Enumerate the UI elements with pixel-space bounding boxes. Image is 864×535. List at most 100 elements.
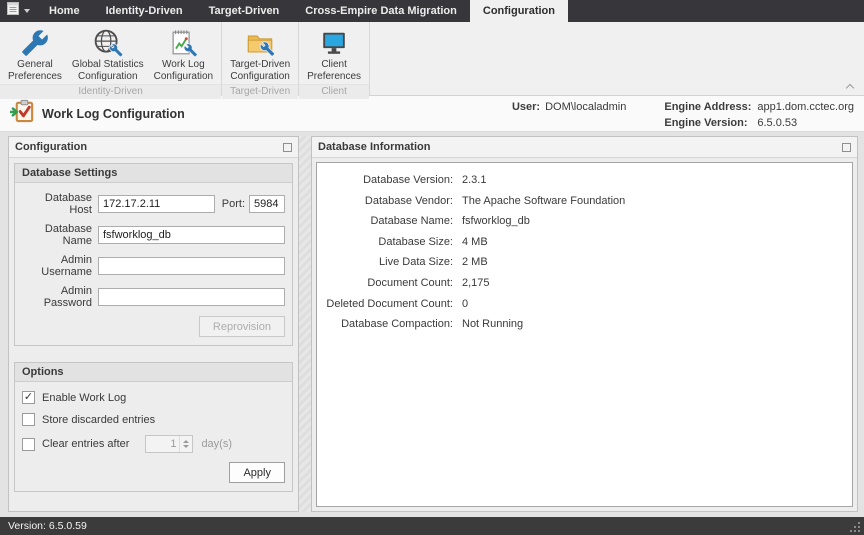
ribbon-button-label: Configuration: [78, 71, 137, 83]
tab-cross-empire-data-migration[interactable]: Cross-Empire Data Migration: [292, 0, 470, 22]
info-row: Live Data Size: 2 MB: [325, 252, 844, 273]
panel-splitter[interactable]: [299, 136, 311, 512]
info-value: 2 MB: [462, 252, 488, 273]
app-menu-button[interactable]: [0, 0, 36, 22]
user-label: User:: [512, 101, 540, 113]
ribbon-tab-bar: Home Identity-Driven Target-Driven Cross…: [0, 0, 864, 22]
ribbon-button-label: Preferences: [8, 71, 62, 83]
database-name-row: Database Name: [22, 223, 285, 247]
configuration-panel-header: Configuration: [9, 137, 298, 158]
clear-entries-label: Clear entries after: [42, 438, 129, 450]
ribbon-group-buttons: General Preferences Global Statistics: [0, 22, 221, 84]
info-row: Database Name: fsfworklog_db: [325, 211, 844, 232]
tab-configuration[interactable]: Configuration: [470, 0, 568, 22]
clear-days-suffix: day(s): [201, 438, 232, 450]
app-menu-icon: [7, 2, 21, 20]
wrench-icon: [21, 26, 49, 59]
reprovision-button[interactable]: Reprovision: [199, 316, 285, 337]
database-name-input[interactable]: [98, 226, 285, 244]
ribbon-group-buttons: Client Preferences: [299, 22, 369, 84]
ribbon-button-client-preferences[interactable]: Client Preferences: [302, 25, 366, 84]
engine-info: User:DOM\localadmin Engine Address:app1.…: [512, 96, 854, 129]
options-body: ✓ Enable Work Log Store discarded entrie…: [15, 382, 292, 491]
engine-version-info: Engine Version: 6.5.0.53: [664, 117, 854, 129]
page-header: Work Log Configuration User:DOM\localadm…: [0, 96, 864, 132]
database-host-row: Database Host Port:: [22, 192, 285, 216]
info-label: Deleted Document Count:: [325, 294, 453, 315]
info-label: Database Size:: [325, 232, 453, 253]
info-row: Document Count:2,175: [325, 273, 844, 294]
stepper-buttons: [179, 436, 192, 452]
info-label: Database Name:: [325, 211, 453, 232]
ribbon-group-buttons: Target-Driven Configuration: [222, 22, 298, 84]
collapse-ribbon-button[interactable]: [847, 83, 856, 90]
info-value: 4 MB: [462, 232, 488, 253]
info-row: Database Version:2.3.1: [325, 170, 844, 191]
worklog-config-icon: [168, 26, 198, 59]
folder-config-icon: [245, 26, 275, 59]
database-settings-header: Database Settings: [15, 164, 292, 183]
spinner-down-icon[interactable]: [183, 445, 189, 448]
ribbon-button-label: Work Log: [162, 59, 205, 71]
ribbon-button-label: General: [17, 59, 53, 71]
database-host-input[interactable]: [98, 195, 215, 213]
ribbon-button-general-preferences[interactable]: General Preferences: [3, 25, 67, 84]
info-row: Database Compaction:Not Running: [325, 314, 844, 335]
configuration-panel-title: Configuration: [15, 141, 87, 153]
port-input[interactable]: [249, 195, 285, 213]
database-settings-body: Database Host Port: Database Name Admin …: [15, 183, 292, 345]
engine-details: Engine Address:app1.dom.cctec.org Engine…: [664, 101, 854, 129]
apply-button[interactable]: Apply: [229, 462, 285, 483]
chevron-up-icon: [846, 84, 854, 92]
popout-icon[interactable]: [283, 143, 292, 152]
ribbon-button-work-log-configuration[interactable]: Work Log Configuration: [149, 25, 218, 84]
clear-days-stepper[interactable]: 1: [145, 435, 193, 453]
database-information-box: Database Version:2.3.1 Database Vendor:T…: [316, 162, 853, 507]
tab-identity-driven[interactable]: Identity-Driven: [93, 0, 196, 22]
globe-config-icon: [93, 26, 123, 59]
ribbon-group-client: Client Preferences Client: [299, 22, 370, 95]
database-information-title: Database Information: [318, 141, 430, 153]
database-information-body: Database Version:2.3.1 Database Vendor:T…: [312, 158, 857, 511]
status-bar: Version: 6.5.0.59: [0, 517, 864, 535]
info-value: 0: [462, 294, 468, 315]
resize-grip[interactable]: [849, 521, 860, 532]
ribbon-group-identity-driven: General Preferences Global Statistics: [0, 22, 222, 95]
info-row: Database Size: 4 MB: [325, 232, 844, 253]
tab-home[interactable]: Home: [36, 0, 93, 22]
clipboard-check-icon: [10, 99, 36, 128]
ribbon-button-target-driven-configuration[interactable]: Target-Driven Configuration: [225, 25, 295, 84]
ribbon-button-global-statistics-configuration[interactable]: Global Statistics Configuration: [67, 25, 149, 84]
engine-version-label: Engine Version:: [664, 117, 752, 129]
admin-username-input[interactable]: [98, 257, 285, 275]
ribbon-button-label: Configuration: [230, 71, 289, 83]
clear-entries-checkbox[interactable]: [22, 438, 35, 451]
page-title: Work Log Configuration: [42, 107, 185, 121]
database-information-panel: Database Information Database Version:2.…: [311, 136, 858, 512]
ribbon: General Preferences Global Statistics: [0, 22, 864, 96]
info-label: Live Data Size:: [325, 252, 453, 273]
ribbon-group-label: Identity-Driven: [0, 84, 221, 99]
admin-password-row: Admin Password: [22, 285, 285, 309]
info-value: The Apache Software Foundation: [462, 191, 625, 212]
info-value: 2.3.1: [462, 170, 486, 191]
popout-icon[interactable]: [842, 143, 851, 152]
enable-work-log-checkbox[interactable]: ✓: [22, 391, 35, 404]
info-row: Deleted Document Count: 0: [325, 294, 844, 315]
info-value: 2,175: [462, 273, 490, 294]
ribbon-group-label: Target-Driven: [222, 84, 298, 99]
admin-username-label: Admin Username: [22, 254, 92, 278]
admin-password-input[interactable]: [98, 288, 285, 306]
info-label: Database Compaction:: [325, 314, 453, 335]
info-value: fsfworklog_db: [462, 211, 530, 232]
engine-version-value: 6.5.0.53: [757, 117, 797, 129]
store-discarded-checkbox[interactable]: [22, 413, 35, 426]
spinner-up-icon[interactable]: [183, 440, 189, 443]
admin-password-label: Admin Password: [22, 285, 92, 309]
tab-target-driven[interactable]: Target-Driven: [196, 0, 293, 22]
status-version-text: Version: 6.5.0.59: [8, 520, 87, 532]
ribbon-button-label: Preferences: [307, 71, 361, 83]
main-content: Configuration Database Settings Database…: [0, 132, 864, 517]
application-window: Home Identity-Driven Target-Driven Cross…: [0, 0, 864, 535]
ribbon-button-label: Client: [321, 59, 347, 71]
